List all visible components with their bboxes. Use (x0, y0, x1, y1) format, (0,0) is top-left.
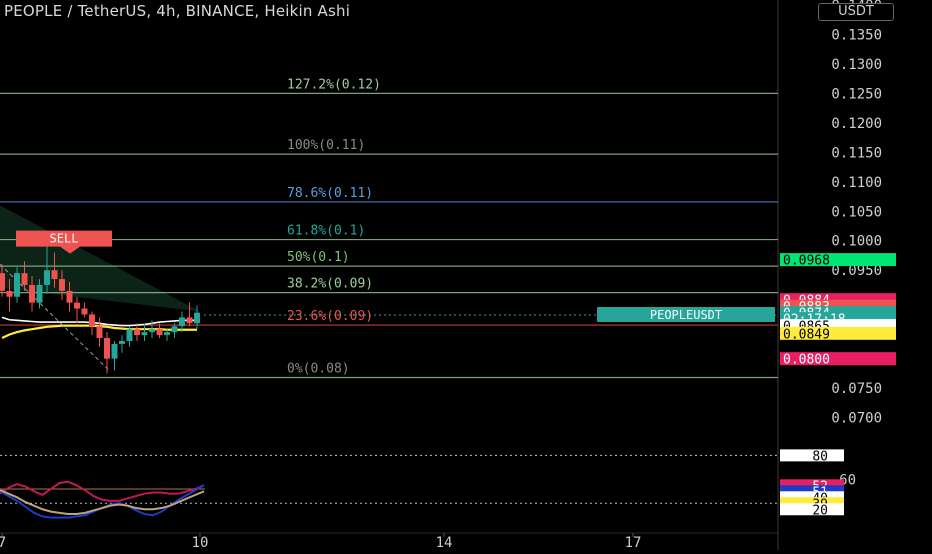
y-tick-label: 0.1050 (831, 204, 882, 220)
candle-body (66, 290, 73, 303)
price-label-text: 0.0849 (783, 327, 830, 342)
candle-body (141, 332, 148, 336)
y-tick-label: 0.1350 (831, 27, 882, 43)
candle-body (194, 312, 200, 324)
candle-body (59, 279, 65, 291)
candle-body (134, 329, 140, 336)
fib-label: 50%(0.1) (287, 250, 350, 265)
candle-body (6, 290, 13, 297)
x-tick-label: 14 (436, 535, 453, 550)
x-tick-label: 10 (192, 535, 209, 550)
price-label-text: 0.0968 (783, 254, 830, 269)
candle-body (126, 329, 133, 341)
fib-label: 100%(0.11) (287, 138, 365, 153)
y-tick-label: 0.1000 (831, 234, 882, 250)
candle-body (119, 340, 125, 344)
candle-body (74, 302, 80, 309)
sell-signal-label: SELL (50, 232, 79, 246)
fib-label: 0%(0.08) (287, 362, 350, 377)
candle-body (14, 273, 20, 297)
chart-title: PEOPLE / TetherUS, 4h, BINANCE, Heikin A… (4, 2, 351, 20)
symbol-tag-label: PEOPLEUSDT (650, 308, 722, 322)
fib-label: 78.6%(0.11) (287, 186, 373, 201)
price-label-text: 0.0800 (783, 353, 830, 368)
candle-body (179, 317, 185, 327)
x-tick-label: 7 (0, 535, 6, 550)
y-tick-label: 0.1250 (831, 86, 882, 102)
candle-body (156, 329, 163, 336)
candle-body (89, 314, 95, 327)
fib-label: 61.8%(0.1) (287, 224, 365, 239)
candle-body (51, 270, 58, 280)
candle-body (171, 326, 178, 333)
y-tick-label: 0.1100 (831, 175, 882, 191)
candle-body (104, 338, 110, 359)
candle-body (81, 308, 88, 315)
fib-label: 127.2%(0.12) (287, 77, 381, 92)
candle-body (149, 329, 155, 333)
candle-body (111, 343, 118, 359)
x-tick-label: 17 (625, 535, 642, 550)
fib-label: 38.2%(0.09) (287, 277, 373, 292)
candle-body (44, 270, 50, 285)
candle-body (36, 284, 43, 303)
candle-body (96, 326, 103, 339)
y-tick-label: 0.1200 (831, 116, 882, 132)
candle-body (29, 284, 35, 303)
chart-stage[interactable]: 0.14000.13500.13000.12500.12000.11500.11… (0, 0, 932, 551)
chart-svg[interactable]: 0.14000.13500.13000.12500.12000.11500.11… (0, 0, 932, 551)
y-tick-label: 0.0700 (831, 411, 882, 427)
y-tick-label: 0.1150 (831, 145, 882, 161)
osc-value-text: 80 (812, 449, 828, 464)
osc-value-text: 20 (812, 503, 828, 518)
candle-body (21, 273, 28, 285)
candle-body (0, 273, 5, 291)
currency-button[interactable]: USDT (818, 3, 894, 21)
fib-label: 23.6%(0.09) (287, 309, 373, 324)
candle-body (186, 317, 193, 324)
osc-series-line (0, 480, 205, 502)
y-tick-label: 0.0750 (831, 381, 882, 397)
y-tick-label: 0.1300 (831, 57, 882, 73)
candle-body (164, 332, 170, 336)
